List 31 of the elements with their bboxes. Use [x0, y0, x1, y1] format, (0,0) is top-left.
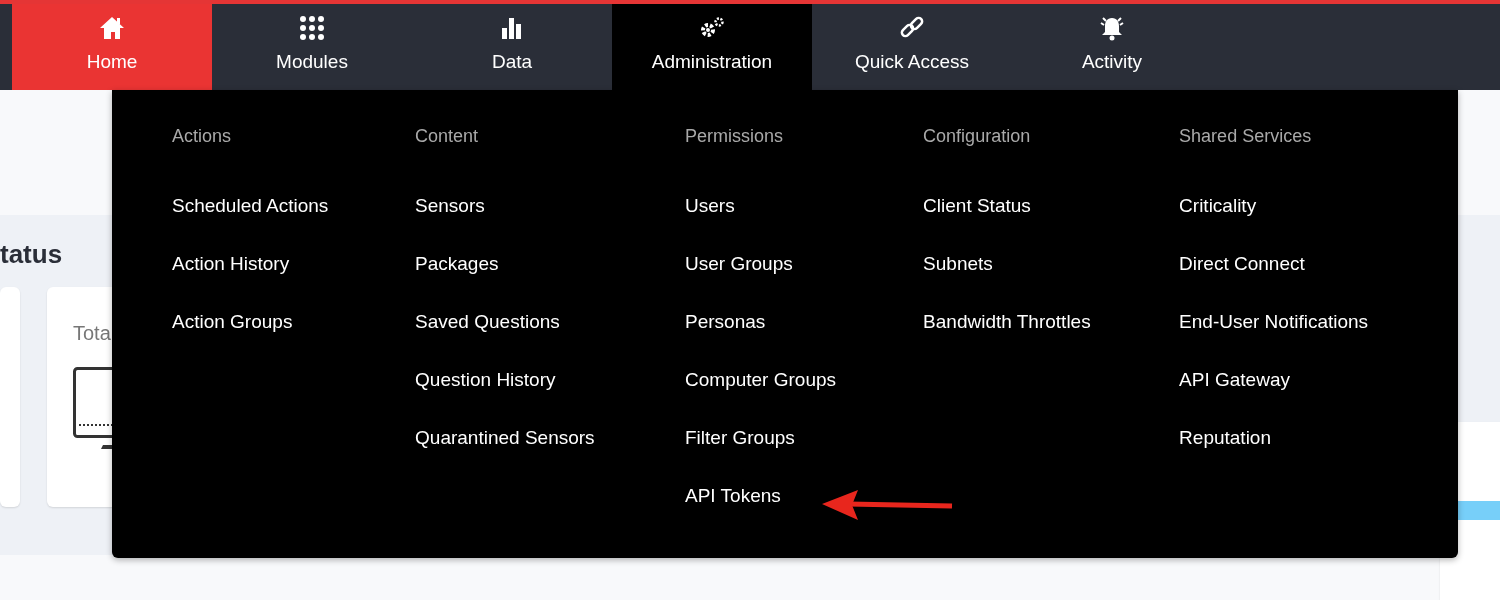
menu-item[interactable]: Packages — [415, 235, 499, 293]
menu-item[interactable]: API Gateway — [1179, 351, 1290, 409]
menu-item[interactable]: End-User Notifications — [1179, 293, 1369, 351]
menu-item[interactable]: User Groups — [685, 235, 793, 293]
menu-item[interactable]: Action History — [172, 235, 290, 293]
nav-tab[interactable]: Home — [12, 4, 212, 90]
menu-item[interactable]: Computer Groups — [685, 351, 837, 409]
menu-heading: Configuration — [923, 125, 1031, 148]
menu-item[interactable]: Question History — [415, 351, 556, 409]
menu-item[interactable]: Users — [685, 177, 735, 235]
menu-item[interactable]: Reputation — [1179, 409, 1271, 467]
menu-item[interactable]: Saved Questions — [415, 293, 560, 351]
menu-item[interactable]: Bandwidth Throttles — [923, 293, 1091, 351]
menu-item[interactable]: API Tokens — [685, 467, 781, 525]
menu-item[interactable]: Client Status — [923, 177, 1031, 235]
menu-item[interactable]: Action Groups — [172, 293, 293, 351]
section-heading: tatus — [0, 239, 63, 269]
menu-heading: Shared Services — [1179, 125, 1312, 148]
menu-heading: Content — [415, 125, 479, 148]
menu-item[interactable]: Criticality — [1179, 177, 1257, 235]
menu-item[interactable]: Sensors — [415, 177, 485, 235]
menu-heading: Actions — [172, 125, 232, 148]
menu-heading: Permissions — [685, 125, 784, 148]
menu-item[interactable]: Subnets — [923, 235, 993, 293]
menu-item[interactable]: Direct Connect — [1179, 235, 1305, 293]
nav-tab[interactable]: Administration — [612, 4, 812, 90]
menu-item[interactable]: Quarantined Sensors — [415, 409, 595, 467]
menu-item[interactable]: Personas — [685, 293, 766, 351]
card-label: Tota — [73, 322, 111, 344]
menu-item[interactable]: Scheduled Actions — [172, 177, 329, 235]
menu-item[interactable]: Filter Groups — [685, 409, 795, 467]
